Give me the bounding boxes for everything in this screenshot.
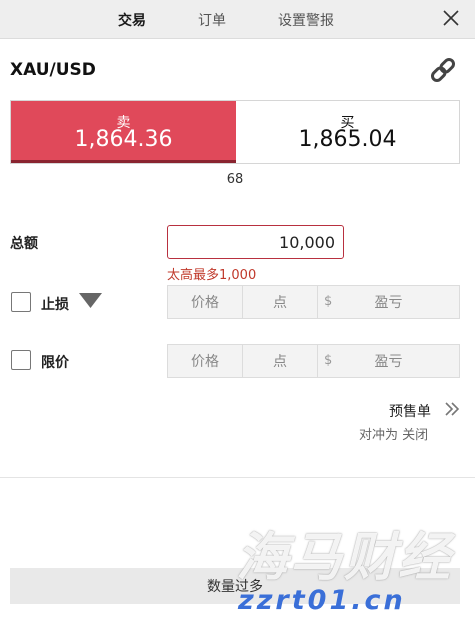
hedge-status: 对冲为 关闭 xyxy=(359,428,429,443)
limit-price-input[interactable]: 价格 xyxy=(168,345,243,377)
sell-price: 1,864.36 xyxy=(74,127,173,152)
presell-order-link[interactable]: 预售单 xyxy=(370,399,465,421)
amount-input[interactable] xyxy=(167,225,344,259)
buy-price: 1,865.04 xyxy=(298,127,397,152)
limit-points-input[interactable]: 点 xyxy=(243,345,318,377)
tab-orders[interactable]: 订单 xyxy=(198,10,226,30)
stop-loss-checkbox[interactable] xyxy=(11,292,31,312)
caret-down-icon[interactable] xyxy=(79,293,102,308)
tab-set-alert[interactable]: 设置警报 xyxy=(278,10,334,30)
submit-button[interactable]: 数量过多 xyxy=(10,568,460,604)
top-bar: 交易 订单 设置警报 xyxy=(0,0,475,39)
stop-loss-price-placeholder: 价格 xyxy=(191,295,219,311)
stop-loss-currency-symbol: $ xyxy=(324,294,333,309)
limit-points-placeholder: 点 xyxy=(273,354,287,370)
instrument-symbol: XAU/USD xyxy=(10,60,96,80)
limit-checkbox[interactable] xyxy=(11,350,31,370)
stop-loss-pnl-placeholder: 盈亏 xyxy=(374,295,403,311)
stop-loss-pnl-input[interactable]: $ 盈亏 xyxy=(318,286,459,318)
link-icon[interactable] xyxy=(429,56,457,84)
spread-value: 68 xyxy=(226,172,244,187)
limit-price-placeholder: 价格 xyxy=(191,354,219,370)
sell-button[interactable]: 卖 1,864.36 xyxy=(11,101,236,163)
tab-trade[interactable]: 交易 xyxy=(118,10,146,30)
limit-currency-symbol: $ xyxy=(324,353,333,368)
limit-fields: 价格 点 $ 盈亏 xyxy=(167,344,460,378)
close-icon[interactable] xyxy=(441,8,461,28)
stop-loss-label: 止损 xyxy=(41,297,69,313)
limit-pnl-input[interactable]: $ 盈亏 xyxy=(318,345,459,377)
quote-panel: 卖 1,864.36 买 1,865.04 xyxy=(10,100,460,164)
amount-error: 太高最多1,000 xyxy=(167,268,257,283)
double-chevron-right-icon xyxy=(445,402,460,416)
limit-label: 限价 xyxy=(41,355,69,371)
amount-label: 总额 xyxy=(10,236,38,252)
divider xyxy=(0,477,475,478)
stop-loss-points-placeholder: 点 xyxy=(273,295,287,311)
stop-loss-price-input[interactable]: 价格 xyxy=(168,286,243,318)
stop-loss-points-input[interactable]: 点 xyxy=(243,286,318,318)
buy-button[interactable]: 买 1,865.04 xyxy=(236,101,459,163)
limit-pnl-placeholder: 盈亏 xyxy=(374,354,403,370)
presell-label: 预售单 xyxy=(389,404,431,420)
stop-loss-fields: 价格 点 $ 盈亏 xyxy=(167,285,460,319)
